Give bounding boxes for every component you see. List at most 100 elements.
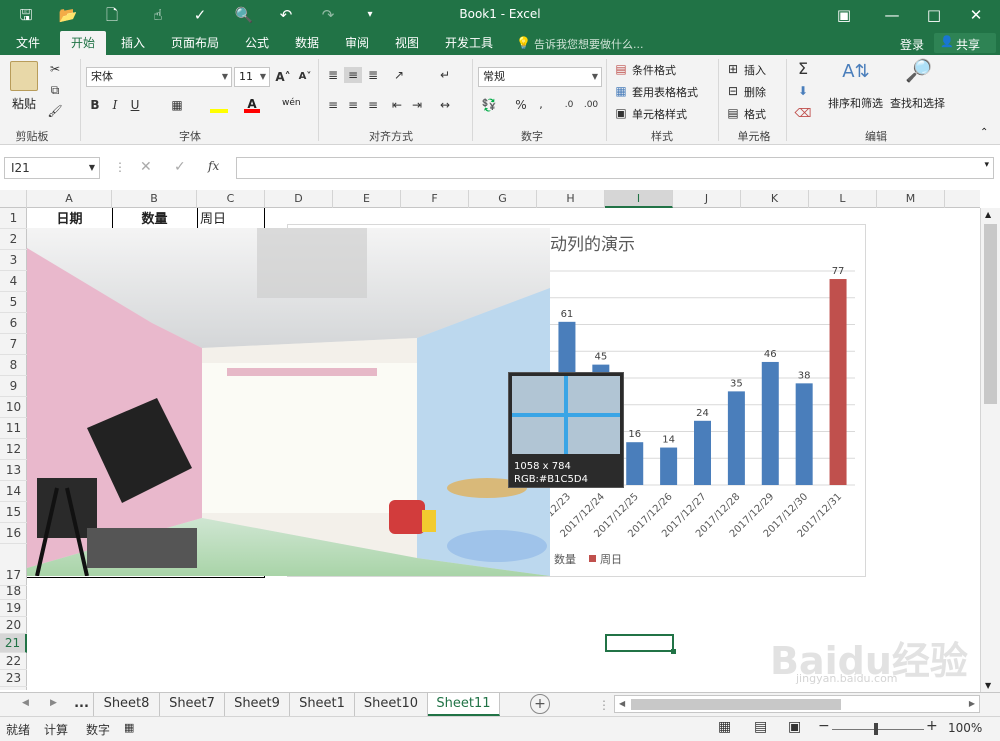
undo-icon[interactable]: ↶ bbox=[274, 4, 298, 26]
preview-icon[interactable]: 🔍 bbox=[232, 4, 256, 26]
save-icon[interactable]: 🖫 bbox=[14, 4, 38, 26]
row-header[interactable]: 12 bbox=[0, 439, 27, 460]
zoom-in-icon[interactable]: + bbox=[926, 718, 938, 734]
zoom-level[interactable]: 100% bbox=[948, 721, 982, 735]
chart-bar[interactable] bbox=[694, 420, 711, 485]
align-middle-icon[interactable]: ≡ bbox=[344, 67, 362, 83]
prev-sheet-icon[interactable]: ◀ bbox=[22, 698, 29, 708]
scroll-down-icon[interactable]: ▼ bbox=[985, 681, 991, 690]
number-format-select[interactable]: 常规 ▼ bbox=[478, 67, 602, 87]
row-header[interactable]: 15 bbox=[0, 502, 27, 523]
spellcheck-icon[interactable]: ✓ bbox=[188, 4, 212, 26]
add-sheet-icon[interactable]: + bbox=[530, 694, 550, 714]
more-sheets-button[interactable]: ... bbox=[70, 693, 94, 716]
redo-icon[interactable]: ↷ bbox=[316, 4, 340, 26]
zoom-slider-thumb[interactable] bbox=[874, 723, 878, 735]
chart-bar[interactable] bbox=[660, 447, 678, 485]
align-bottom-icon[interactable]: ≣ bbox=[364, 67, 382, 83]
row-header[interactable]: 18 bbox=[0, 583, 27, 600]
maximize-icon[interactable]: □ bbox=[922, 4, 946, 26]
column-header[interactable]: G bbox=[469, 190, 537, 208]
macro-record-icon[interactable]: ▦ bbox=[124, 721, 134, 734]
tab-insert[interactable]: 插入 bbox=[112, 31, 154, 55]
row-header[interactable]: 1 bbox=[0, 208, 27, 229]
share-button[interactable]: 👤 共享 bbox=[934, 33, 996, 53]
row-header[interactable]: 9 bbox=[0, 376, 27, 397]
tell-me-input[interactable]: 告诉我您想要做什么... bbox=[534, 36, 644, 52]
insert-cells-button[interactable]: 插入 bbox=[744, 62, 766, 78]
sheet-tab[interactable]: Sheet10 bbox=[355, 693, 428, 716]
column-header[interactable]: I bbox=[605, 190, 673, 208]
tab-page-layout[interactable]: 页面布局 bbox=[164, 31, 226, 55]
column-header[interactable]: J bbox=[673, 190, 741, 208]
delete-cells-button[interactable]: 删除 bbox=[744, 84, 766, 100]
row-header[interactable]: 7 bbox=[0, 334, 27, 355]
column-header[interactable]: B bbox=[112, 190, 197, 208]
row-header[interactable]: 4 bbox=[0, 271, 27, 292]
collapse-ribbon-icon[interactable]: ⌃ bbox=[980, 127, 988, 138]
sort-filter-button[interactable]: 排序和筛选 bbox=[828, 95, 883, 111]
font-color-icon[interactable]: A bbox=[244, 97, 260, 113]
row-header[interactable]: 5 bbox=[0, 292, 27, 313]
open-icon[interactable]: 📂 bbox=[56, 4, 80, 26]
autosum-icon[interactable]: Σ bbox=[794, 61, 812, 77]
scroll-thumb[interactable] bbox=[984, 224, 997, 404]
minimize-icon[interactable]: — bbox=[880, 4, 904, 26]
increase-decimal-icon[interactable]: .0 bbox=[560, 97, 578, 113]
select-all-corner[interactable] bbox=[0, 190, 27, 208]
row-header[interactable]: 19 bbox=[0, 600, 27, 617]
font-size-select[interactable]: 11 ▼ bbox=[234, 67, 270, 87]
orientation-icon[interactable]: ↗ bbox=[390, 67, 408, 83]
chart-bar[interactable] bbox=[626, 442, 644, 485]
insert-function-button[interactable]: fx bbox=[208, 159, 219, 173]
tab-file[interactable]: 文件 bbox=[6, 31, 50, 55]
header-date[interactable]: 日期 bbox=[27, 210, 112, 230]
format-cells-button[interactable]: 格式 bbox=[744, 106, 766, 122]
ribbon-display-icon[interactable]: ▣ bbox=[832, 4, 856, 26]
new-icon[interactable]: 🗋 bbox=[100, 4, 124, 26]
column-header[interactable]: D bbox=[265, 190, 333, 208]
column-header[interactable]: K bbox=[741, 190, 809, 208]
zoom-slider[interactable] bbox=[832, 729, 924, 730]
zoom-out-icon[interactable]: − bbox=[818, 718, 830, 734]
underline-button[interactable]: U bbox=[126, 97, 144, 113]
row-header[interactable]: 22 bbox=[0, 653, 27, 670]
copy-icon[interactable]: ⧉ bbox=[46, 82, 64, 98]
tab-developer[interactable]: 开发工具 bbox=[438, 31, 500, 55]
format-as-table-button[interactable]: 套用表格格式 bbox=[632, 84, 698, 100]
accounting-format-icon[interactable]: 💱 bbox=[480, 97, 498, 113]
row-header[interactable]: 14 bbox=[0, 481, 27, 502]
column-header[interactable]: H bbox=[537, 190, 605, 208]
row-header[interactable]: 13 bbox=[0, 460, 27, 481]
decrease-indent-icon[interactable]: ⇤ bbox=[388, 97, 406, 113]
comma-style-icon[interactable]: , bbox=[532, 97, 550, 113]
sheet-tab[interactable]: Sheet7 bbox=[160, 693, 225, 716]
column-header[interactable]: E bbox=[333, 190, 401, 208]
status-calculate[interactable]: 计算 bbox=[44, 721, 68, 738]
login-link[interactable]: 登录 bbox=[900, 36, 924, 53]
wrap-text-icon[interactable]: ↵ bbox=[436, 67, 454, 83]
sheet-tab[interactable]: Sheet1 bbox=[290, 693, 355, 716]
bold-button[interactable]: B bbox=[86, 97, 104, 113]
fill-color-icon[interactable] bbox=[210, 99, 228, 113]
header-quantity[interactable]: 数量 bbox=[112, 210, 197, 230]
row-header[interactable]: 23 bbox=[0, 670, 27, 687]
font-name-select[interactable]: 宋体 ▼ bbox=[86, 67, 232, 87]
paste-label[interactable]: 粘贴 bbox=[12, 95, 36, 112]
find-select-button[interactable]: 查找和选择 bbox=[890, 95, 945, 111]
decrease-decimal-icon[interactable]: .00 bbox=[582, 97, 600, 113]
align-center-icon[interactable]: ≡ bbox=[344, 97, 362, 113]
sheet-tab[interactable]: Sheet8 bbox=[94, 693, 160, 716]
phonetic-button[interactable]: wén bbox=[282, 98, 301, 108]
fill-icon[interactable]: ⬇ bbox=[794, 83, 812, 99]
row-header[interactable]: 20 bbox=[0, 617, 27, 634]
chart-bar[interactable] bbox=[761, 361, 779, 485]
cut-icon[interactable]: ✂ bbox=[46, 61, 64, 77]
merge-center-icon[interactable]: ↔ bbox=[436, 97, 454, 113]
scroll-thumb[interactable] bbox=[631, 699, 841, 710]
tab-formulas[interactable]: 公式 bbox=[236, 31, 278, 55]
chart-bar[interactable] bbox=[829, 279, 847, 485]
sheet-tab-active[interactable]: Sheet11 bbox=[428, 693, 500, 716]
shrink-font-icon[interactable]: A˅ bbox=[296, 69, 314, 85]
row-header[interactable]: 2 bbox=[0, 229, 27, 250]
